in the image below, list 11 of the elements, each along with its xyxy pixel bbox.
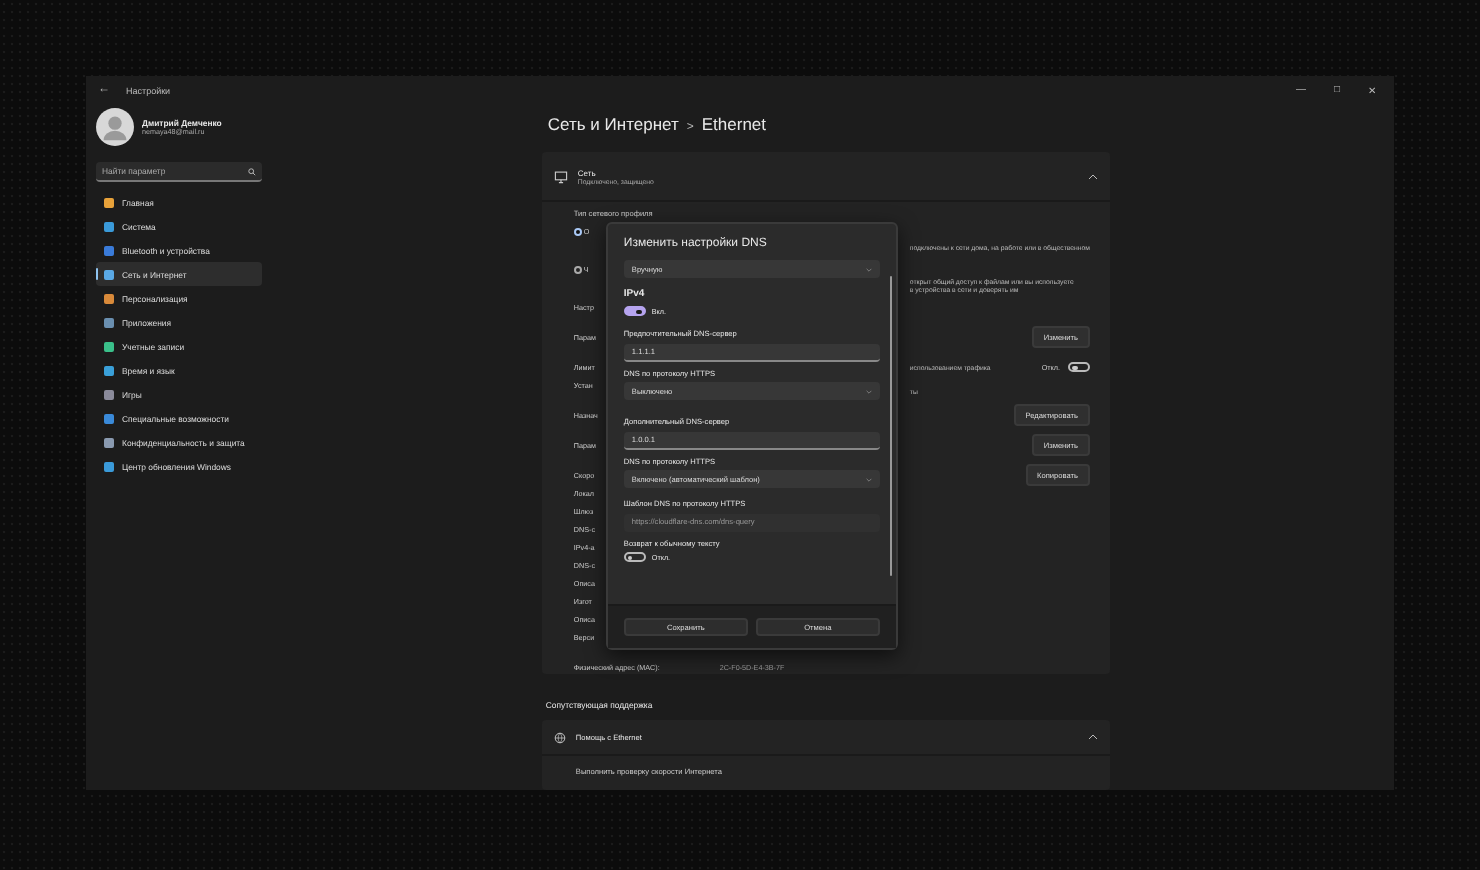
radio-button[interactable] xyxy=(573,266,582,274)
search-icon xyxy=(247,168,256,176)
page-title: Ethernet xyxy=(701,114,767,134)
breadcrumb-link[interactable]: Сеть и Интернет xyxy=(547,114,679,134)
toggle-switch[interactable] xyxy=(623,552,646,562)
chevron-icon[interactable] xyxy=(1088,734,1098,740)
chevron-up-icon[interactable] xyxy=(1088,173,1098,179)
toggle-switch[interactable] xyxy=(1068,362,1090,372)
toggle-switch[interactable] xyxy=(623,306,646,316)
avatar-icon xyxy=(96,108,134,146)
radio-button[interactable] xyxy=(573,228,582,236)
